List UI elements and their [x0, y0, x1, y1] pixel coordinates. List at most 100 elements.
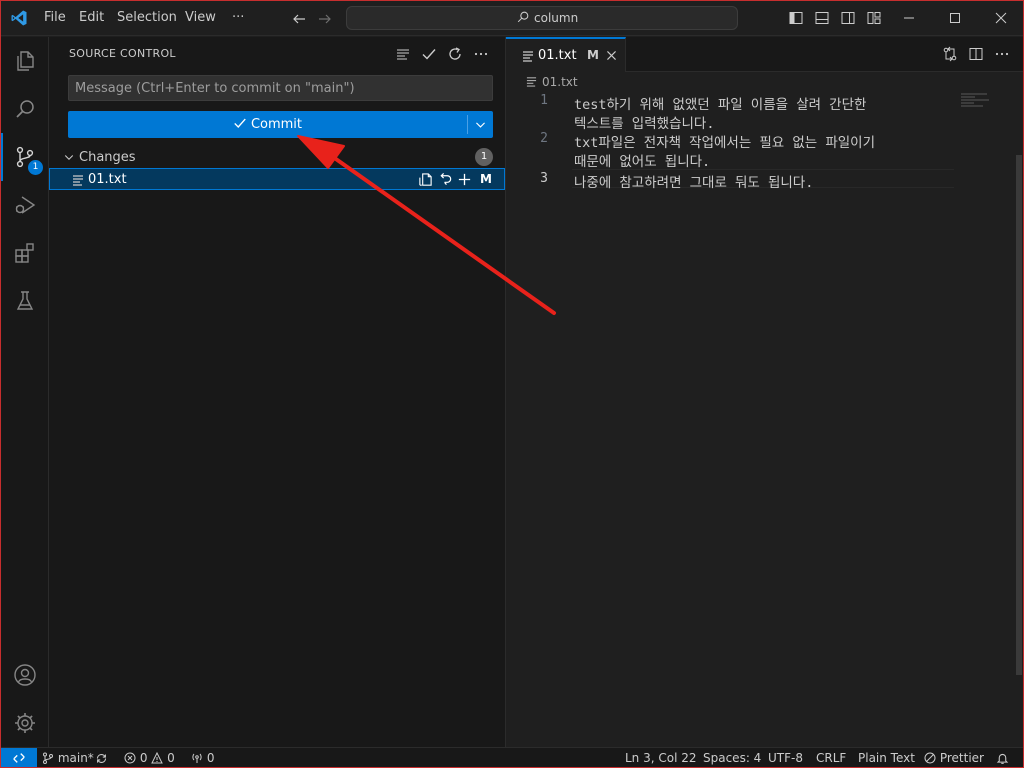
commit-button-label: Commit [250, 117, 303, 132]
ports-count: 0 [206, 751, 215, 765]
cursor-position[interactable]: Ln 3, Col 22 [625, 751, 697, 765]
split-editor-icon[interactable] [968, 46, 984, 62]
code-line-wrapped: 때문에 없어도 됩니다. [574, 154, 711, 170]
chevron-down-icon [476, 122, 485, 128]
view-as-list-icon[interactable] [395, 46, 411, 62]
maximize-icon[interactable] [947, 10, 963, 26]
sidebar-title: SOURCE CONTROL [69, 47, 176, 60]
toggle-panel-icon[interactable] [814, 10, 830, 26]
command-center[interactable]: column [346, 6, 738, 30]
commit-button-group: Commit [68, 111, 493, 138]
commit-button[interactable]: Commit [68, 111, 467, 138]
activity-bar: 1 [1, 37, 49, 747]
error-count: 0 [139, 751, 148, 765]
code-line-wrapped: 텍스트를 입력했습니다. [574, 116, 715, 132]
changes-group-header[interactable]: Changes 1 [49, 147, 506, 169]
gear-icon [15, 713, 35, 733]
menu-view[interactable]: View [185, 10, 216, 25]
changed-file-name: 01.txt [88, 172, 127, 187]
open-file-icon[interactable] [418, 172, 433, 187]
warning-icon [151, 751, 164, 763]
ports-indicator[interactable]: 0 [191, 751, 214, 765]
minimap[interactable] [961, 92, 1009, 112]
editor-area: 01.txt M 01.txt 1 test하기 위해 없앴던 파일 이름을 살… [506, 37, 1023, 747]
files-icon [17, 51, 34, 71]
commit-message-input[interactable] [68, 75, 493, 101]
end-of-line[interactable]: CRLF [816, 751, 846, 765]
branch-name: main* [57, 751, 94, 765]
close-window-icon[interactable] [993, 10, 1009, 26]
code-line: 나중에 참고하려면 그대로 둬도 됩니다. [574, 175, 814, 191]
back-arrow-icon[interactable] [291, 11, 307, 27]
stage-changes-icon[interactable] [457, 172, 472, 187]
line-number: 2 [540, 131, 548, 146]
vscode-window: File Edit Selection View ··· column 1 SO… [0, 0, 1024, 768]
activity-search[interactable] [1, 85, 49, 133]
refresh-icon[interactable] [447, 46, 463, 62]
file-status-modified: M [480, 172, 492, 186]
more-actions-icon[interactable] [994, 46, 1010, 62]
branch-icon [43, 752, 53, 764]
toggle-secondary-sidebar-icon[interactable] [840, 10, 856, 26]
open-changes-icon[interactable] [942, 46, 958, 62]
customize-layout-icon[interactable] [866, 10, 882, 26]
tab-title: 01.txt [538, 48, 577, 63]
minimize-icon[interactable] [901, 10, 917, 26]
prohibited-icon [924, 752, 936, 763]
editor-tab-bar: 01.txt M [506, 37, 1023, 72]
changes-label: Changes [79, 150, 136, 165]
chevron-down-icon [64, 155, 74, 160]
text-file-icon [523, 51, 533, 62]
breadcrumb-file: 01.txt [542, 75, 578, 89]
warning-count: 0 [167, 751, 175, 765]
activity-explorer[interactable] [1, 37, 49, 85]
source-control-view: SOURCE CONTROL Commit [49, 37, 506, 747]
prettier-indicator[interactable]: Prettier [924, 751, 984, 765]
search-icon [517, 11, 529, 23]
menu-more[interactable]: ··· [232, 10, 244, 25]
problems-indicator[interactable]: 0 0 [124, 751, 175, 765]
activity-accounts[interactable] [1, 651, 49, 699]
encoding[interactable]: UTF-8 [768, 751, 803, 765]
title-bar: File Edit Selection View ··· column [1, 1, 1023, 36]
menu-selection[interactable]: Selection [117, 10, 177, 25]
scrollbar-thumb[interactable] [1016, 155, 1022, 675]
extensions-icon [15, 243, 34, 263]
toggle-primary-sidebar-icon[interactable] [788, 10, 804, 26]
code-line: test하기 위해 없앴던 파일 이름을 살려 간단한 [574, 97, 867, 113]
breadcrumb[interactable]: 01.txt [526, 75, 578, 91]
broadcast-icon [192, 753, 202, 763]
branch-indicator[interactable]: main* [42, 751, 94, 765]
tab-01-txt[interactable]: 01.txt M [506, 37, 626, 72]
menu-edit[interactable]: Edit [79, 10, 104, 25]
more-actions-icon[interactable] [473, 46, 489, 62]
activity-testing[interactable] [1, 277, 49, 325]
sync-icon[interactable] [95, 752, 108, 765]
close-icon[interactable] [605, 49, 618, 62]
activity-run-debug[interactable] [1, 181, 49, 229]
bell-icon[interactable] [996, 752, 1009, 765]
status-bar: main* 0 0 0 Ln 3, Col 22 Spaces: 4 UTF-8… [1, 747, 1023, 767]
line-number: 1 [540, 93, 548, 108]
check-icon [234, 118, 246, 128]
beaker-icon [16, 291, 34, 310]
changed-file-row[interactable]: 01.txt M [49, 168, 505, 190]
source-control-badge: 1 [28, 160, 43, 175]
remote-icon [13, 753, 25, 763]
commit-check-icon[interactable] [421, 46, 437, 62]
remote-indicator[interactable] [1, 748, 37, 767]
line-number: 3 [540, 171, 548, 186]
menu-file[interactable]: File [44, 10, 66, 25]
activity-manage[interactable] [1, 699, 49, 747]
indentation[interactable]: Spaces: 4 [703, 751, 761, 765]
command-center-text: column [534, 11, 579, 25]
forward-arrow-icon[interactable] [317, 11, 333, 27]
text-file-icon [526, 77, 537, 87]
vertical-scrollbar[interactable] [1014, 37, 1023, 747]
activity-extensions[interactable] [1, 229, 49, 277]
language-mode[interactable]: Plain Text [858, 751, 915, 765]
activity-source-control[interactable]: 1 [1, 133, 49, 181]
changes-count-badge: 1 [475, 148, 493, 166]
discard-changes-icon[interactable] [438, 172, 453, 187]
commit-dropdown-button[interactable] [468, 111, 493, 138]
